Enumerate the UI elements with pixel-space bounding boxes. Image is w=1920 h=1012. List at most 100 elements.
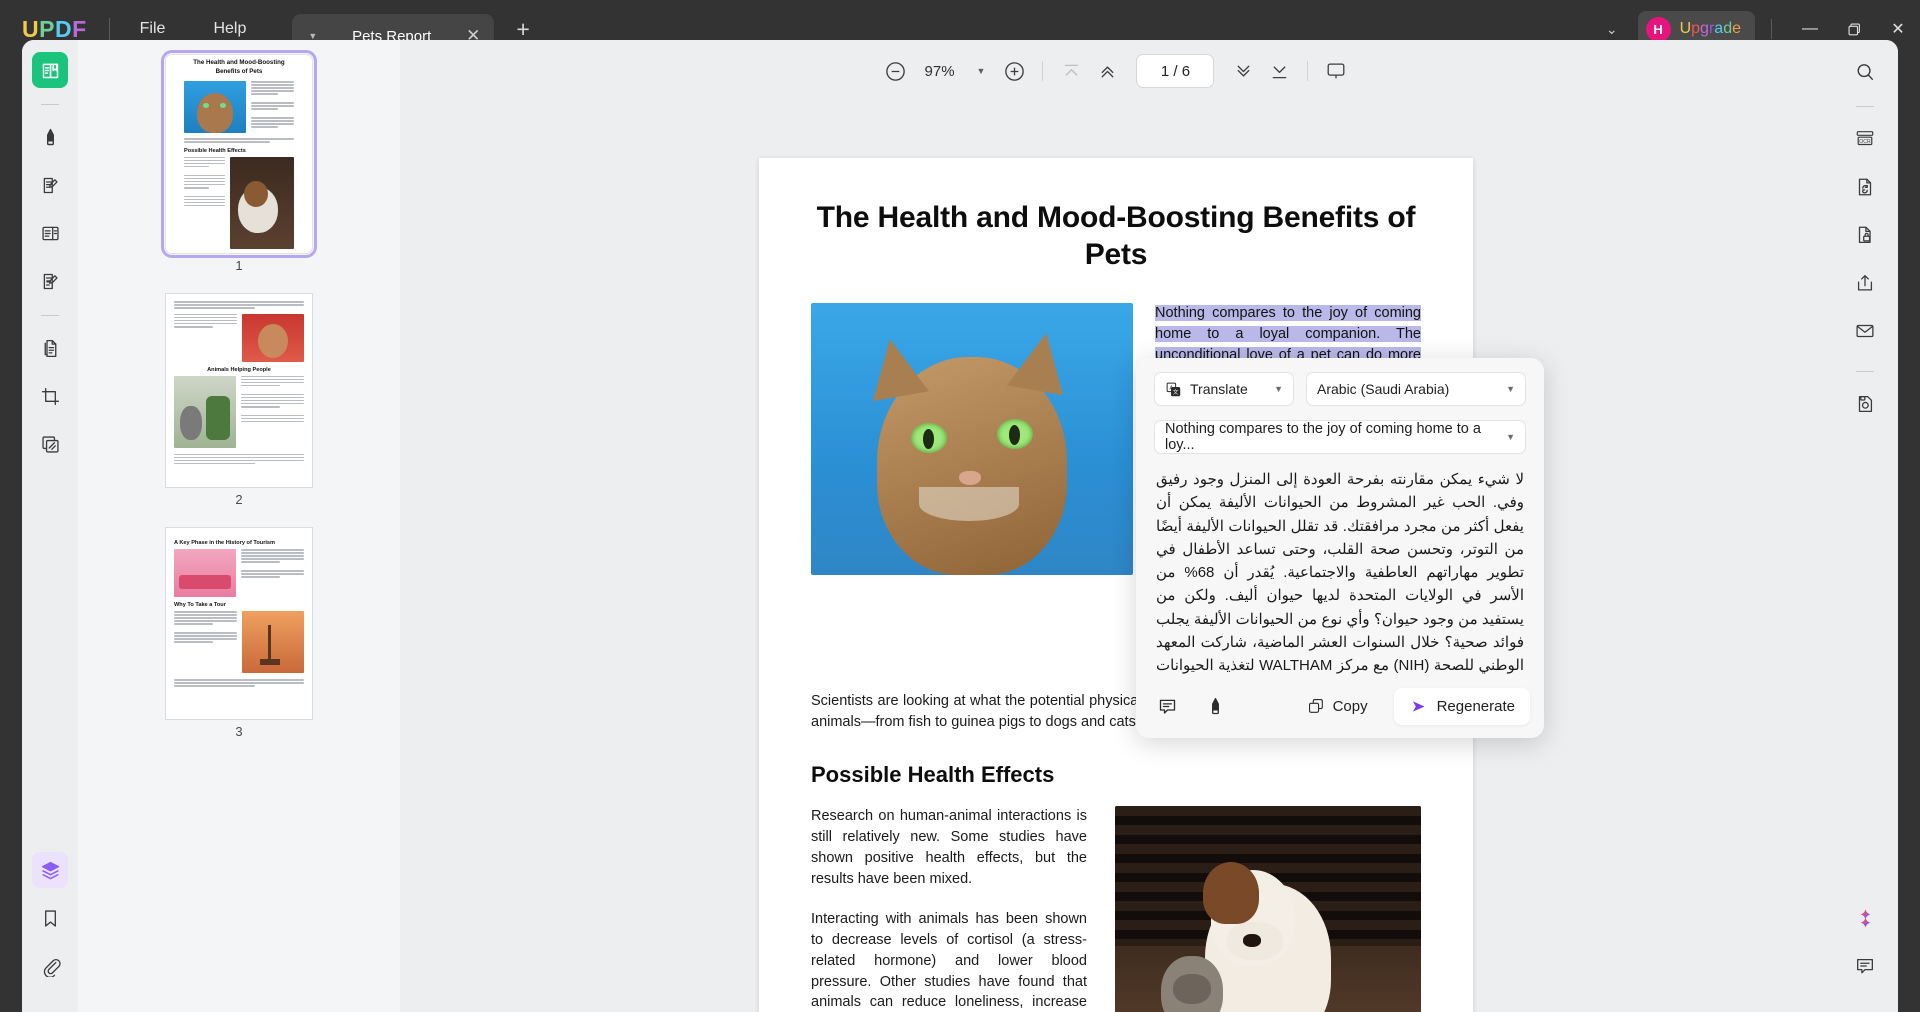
chevron-down-icon[interactable]: ▼ xyxy=(967,66,996,76)
next-page-icon[interactable] xyxy=(1226,54,1260,88)
toolbar-divider xyxy=(1042,61,1044,81)
window-divider xyxy=(1771,19,1772,39)
comment-icon[interactable] xyxy=(1847,948,1883,984)
lower-section: Research on human-animal interactions is… xyxy=(811,806,1421,1012)
source-text-label: Nothing compares to the joy of coming ho… xyxy=(1165,421,1481,453)
prev-page-icon[interactable] xyxy=(1090,54,1124,88)
sidebar-annotate-icon[interactable] xyxy=(32,119,68,155)
left-rail-bottom xyxy=(32,852,68,1012)
thumb-title: A Key Phase in the History of Tourism xyxy=(174,540,276,546)
titlebar-divider xyxy=(108,18,110,40)
new-tab-button[interactable]: + xyxy=(516,16,529,43)
thumbnail-item[interactable]: A Key Phase in the History of Tourism Wh… xyxy=(78,527,400,759)
share-icon[interactable] xyxy=(1847,265,1883,301)
sidebar-form-icon[interactable] xyxy=(32,263,68,299)
target-language-dropdown[interactable]: Arabic (Saudi Arabia) ▼ xyxy=(1306,372,1526,406)
upgrade-char: e xyxy=(1732,20,1741,37)
sidebar-reader-icon[interactable] xyxy=(32,52,68,88)
logo-letter-u: U xyxy=(22,15,40,42)
presentation-icon[interactable] xyxy=(1319,54,1353,88)
thumbnail-number: 1 xyxy=(235,258,243,273)
last-page-icon[interactable] xyxy=(1262,54,1296,88)
regenerate-label: Regenerate xyxy=(1436,697,1515,715)
thumbnail-number: 2 xyxy=(235,492,243,507)
dog-and-cat-photo xyxy=(1115,806,1421,1012)
target-language-label: Arabic (Saudi Arabia) xyxy=(1317,381,1450,397)
sidebar-organize-pages-icon[interactable] xyxy=(32,215,68,251)
page-thumbnail-3[interactable]: A Key Phase in the History of Tourism Wh… xyxy=(165,527,313,720)
rail-divider xyxy=(41,315,59,316)
highlighter-icon[interactable] xyxy=(1198,689,1232,723)
email-icon[interactable] xyxy=(1847,313,1883,349)
zoom-in-icon[interactable] xyxy=(997,54,1031,88)
translate-panel-actions: Copy Regenerate xyxy=(1136,674,1544,738)
comment-icon[interactable] xyxy=(1150,689,1184,723)
sidebar-edit-pdf-icon[interactable] xyxy=(32,167,68,203)
thumb-title: The Health and Mood-Boosting Benefits of… xyxy=(193,59,285,75)
convert-file-icon[interactable] xyxy=(1847,169,1883,205)
first-page-icon[interactable] xyxy=(1054,54,1088,88)
zoom-level: 97% xyxy=(924,62,955,80)
avatar: H xyxy=(1645,16,1671,42)
paragraph-5: Research on human-animal interactions is… xyxy=(811,808,1087,887)
translate-panel[interactable]: A 文 Translate ▼ Arabic (Saudi Arabia) ▼ … xyxy=(1136,358,1544,738)
upgrade-label: U p g r a d e xyxy=(1680,20,1741,38)
protect-icon[interactable] xyxy=(1847,217,1883,253)
copy-icon xyxy=(1307,697,1325,715)
ai-assistant-icon[interactable] xyxy=(1847,900,1883,936)
thumb-heading: Animals Helping People xyxy=(207,366,271,373)
chevron-down-icon[interactable]: ▼ xyxy=(1274,384,1283,394)
thumbnail-panel[interactable]: The Health and Mood-Boosting Benefits of… xyxy=(78,40,400,1012)
scan-icon[interactable] xyxy=(1847,386,1883,422)
sidebar-attachment-icon[interactable] xyxy=(32,948,68,984)
upgrade-char: g xyxy=(1700,20,1709,37)
chevron-down-icon[interactable]: ▼ xyxy=(1506,432,1515,442)
cat-photo xyxy=(811,303,1133,576)
upgrade-char: a xyxy=(1714,20,1724,37)
rail-divider xyxy=(1856,371,1874,372)
right-toolbar: OCR xyxy=(1832,40,1898,1012)
upgrade-char: p xyxy=(1691,20,1701,37)
thumbnail-number: 3 xyxy=(235,724,243,739)
translate-mode-dropdown[interactable]: A 文 Translate ▼ xyxy=(1154,372,1294,406)
upgrade-char: d xyxy=(1723,20,1733,37)
thumb-heading: Why To Take a Tour xyxy=(174,602,226,608)
page-thumbnail-2[interactable]: Animals Helping People xyxy=(165,293,313,488)
translate-icon: A 文 xyxy=(1165,381,1182,398)
upgrade-char: U xyxy=(1679,20,1692,37)
logo-letter-f: F xyxy=(72,15,87,42)
updf-logo: U P D F xyxy=(22,16,87,43)
sidebar-layers-icon[interactable] xyxy=(32,852,68,888)
zoom-out-icon[interactable] xyxy=(879,54,913,88)
paragraph-6: Interacting with animals has been shown … xyxy=(811,911,1087,1011)
section-heading: Possible Health Effects xyxy=(811,762,1055,788)
translate-panel-controls: A 文 Translate ▼ Arabic (Saudi Arabia) ▼ xyxy=(1136,358,1544,406)
ocr-icon[interactable]: OCR xyxy=(1847,121,1883,157)
rail-divider xyxy=(1856,106,1874,107)
sidebar-convert-icon[interactable] xyxy=(32,330,68,366)
thumbnail-item[interactable]: The Health and Mood-Boosting Benefits of… xyxy=(78,50,400,293)
chevron-down-icon[interactable]: ▼ xyxy=(1506,384,1515,394)
sidebar-crop-icon[interactable] xyxy=(32,378,68,414)
logo-letter-p: P xyxy=(39,15,55,42)
page-title: The Health and Mood-Boosting Benefits of… xyxy=(816,201,1416,271)
copy-label: Copy xyxy=(1332,697,1368,715)
search-icon[interactable] xyxy=(1847,54,1883,90)
sidebar-compare-icon[interactable] xyxy=(32,426,68,462)
regenerate-button[interactable]: Regenerate xyxy=(1393,687,1530,725)
translated-output: لا شيء يمكن مقارنته بفرحة العودة إلى الم… xyxy=(1156,471,1524,674)
app-window: U P D F File Help ▼ Pets Report ✕ + ⌄ H … xyxy=(0,0,1920,1012)
toolbar-divider xyxy=(1307,61,1309,81)
page-indicator[interactable]: 1 / 6 xyxy=(1136,54,1215,88)
copy-button[interactable]: Copy xyxy=(1295,690,1380,722)
right-rail-bottom xyxy=(1847,900,1883,1012)
left-toolbar xyxy=(22,40,78,1012)
sidebar-bookmark-icon[interactable] xyxy=(32,900,68,936)
thumb-heading: Possible Health Effects xyxy=(184,147,246,154)
source-text-dropdown[interactable]: Nothing compares to the joy of coming ho… xyxy=(1154,420,1526,454)
svg-text:OCR: OCR xyxy=(1859,139,1871,145)
page-thumbnail-1[interactable]: The Health and Mood-Boosting Benefits of… xyxy=(161,50,317,258)
thumbnail-item[interactable]: Animals Helping People 2 xyxy=(78,293,400,527)
logo-letter-d: D xyxy=(54,15,73,42)
chevron-down-icon[interactable]: ⌄ xyxy=(1592,21,1632,38)
